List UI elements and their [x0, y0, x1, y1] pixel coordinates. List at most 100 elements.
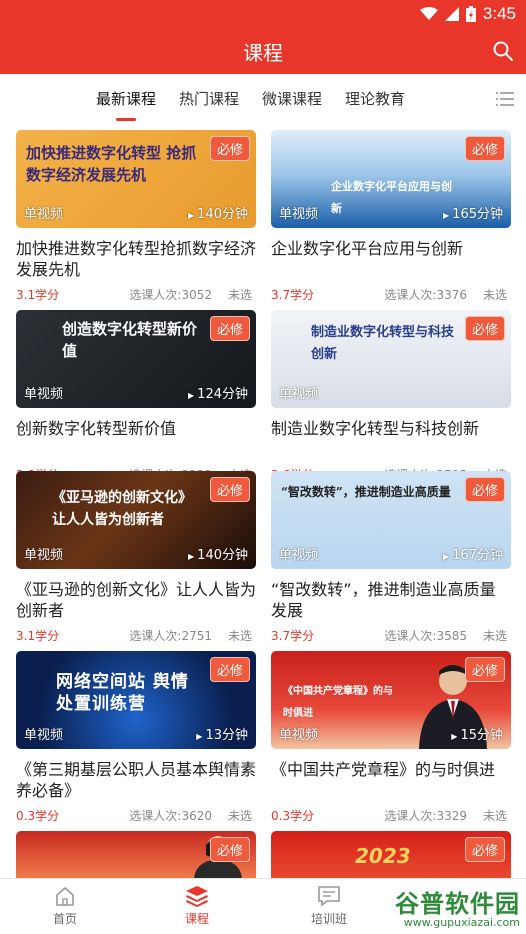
selection-status: 未选: [482, 288, 507, 302]
course-card[interactable]: 企业数字化平台应用与创新 必修 单视频 ▶ 165分钟 企业数字化平台应用与创新 …: [271, 130, 511, 306]
course-credit: 3.1学分: [16, 629, 60, 643]
required-badge: 必修: [464, 136, 505, 161]
enroll-count: 选课人次:3620: [129, 809, 212, 823]
course-title[interactable]: “智改数转”，推进制造业高质量发展: [271, 579, 511, 621]
play-icon: ▶: [188, 552, 195, 561]
course-type: 单视频: [24, 387, 64, 402]
course-duration: ▶ 167分钟: [443, 548, 503, 563]
play-icon: ▶: [188, 211, 195, 220]
thumbnail-headline: 网络空间站 舆情处置训练营: [56, 672, 189, 714]
nav-home-label: 首页: [52, 912, 77, 926]
selection-status: 未选: [227, 629, 252, 643]
course-duration: ▶ 15分钟: [451, 728, 503, 743]
nav-training[interactable]: 培训班: [289, 885, 369, 927]
course-credit: 0.3学分: [271, 809, 315, 823]
nav-courses[interactable]: 课程: [157, 885, 237, 927]
tab-popular[interactable]: 热门课程: [179, 88, 239, 109]
course-card[interactable]: “智改数转”，推进制造业高质量 必修 单视频 ▶ 167分钟 “智改数转”，推进制…: [271, 471, 511, 647]
category-tabs: 最新课程 热门课程 微课课程 理论教育: [0, 74, 526, 124]
enroll-count: 选课人次:3052: [129, 288, 212, 302]
course-thumbnail[interactable]: 企业数字化平台应用与创新 必修 单视频 ▶ 165分钟: [271, 130, 511, 228]
required-badge: 必修: [464, 477, 505, 502]
course-type: 单视频: [279, 548, 319, 563]
battery-icon: [465, 6, 476, 22]
status-bar: 3:45: [0, 0, 526, 28]
thumbnail-headline: 创造数字化转型新价值: [62, 320, 198, 360]
course-thumbnail[interactable]: 网络空间站 舆情处置训练营 必修 单视频 ▶ 13分钟: [16, 651, 256, 749]
course-card[interactable]: 制造业数字化转型与科技创新 必修 单视频 ▶ 制造业数字化转型与科技创新 3.6…: [271, 310, 511, 486]
required-badge: 必修: [209, 657, 250, 682]
course-card[interactable]: 2023 必修: [271, 831, 511, 878]
clock: 3:45: [482, 4, 516, 23]
course-card[interactable]: 网络空间站 舆情处置训练营 必修 单视频 ▶ 13分钟 《第三期基层公职人员基本舆…: [16, 651, 256, 827]
play-icon: ▶: [188, 391, 195, 400]
required-badge: 必修: [209, 316, 250, 341]
required-badge: 必修: [209, 477, 250, 502]
course-card[interactable]: 《中国共产党章程》的与时俱进 必修 单视频 ▶ 15分钟 《中国共产党章程》的与时…: [271, 651, 511, 827]
course-thumbnail[interactable]: 《亚马逊的创新文化》 让人人皆为创新者 必修 单视频 ▶ 140分钟: [16, 471, 256, 569]
course-title[interactable]: 制造业数字化转型与科技创新: [271, 418, 511, 460]
course-thumbnail[interactable]: 2023 必修: [271, 831, 511, 878]
course-credit: 3.7学分: [271, 629, 315, 643]
list-menu-icon[interactable]: [496, 92, 514, 106]
course-type: 单视频: [24, 728, 64, 743]
thumbnail-headline: 《亚马逊的创新文化》 让人人皆为创新者: [52, 490, 192, 528]
course-thumbnail[interactable]: 加快推进数字化转型 抢抓数字经济发展先机 必修 单视频 ▶ 140分钟: [16, 130, 256, 228]
play-icon: ▶: [443, 211, 450, 220]
signal-icon: [444, 7, 459, 21]
thumbnail-headline: 制造业数字化转型与科技创新: [311, 325, 455, 362]
thumbnail-headline: 《中国共产党章程》的与时俱进: [283, 686, 393, 719]
course-duration: ▶ 140分钟: [188, 207, 248, 222]
course-thumbnail[interactable]: “智改数转”，推进制造业高质量 必修 单视频 ▶ 167分钟: [271, 471, 511, 569]
course-thumbnail[interactable]: 必修: [16, 831, 256, 878]
course-type: 单视频: [279, 728, 319, 743]
play-icon: ▶: [451, 732, 458, 741]
chat-icon: [318, 886, 340, 907]
page-title: 课程: [243, 41, 283, 65]
course-thumbnail[interactable]: 制造业数字化转型与科技创新 必修 单视频 ▶: [271, 310, 511, 408]
course-title[interactable]: 《第三期基层公职人员基本舆情素养必备》: [16, 759, 256, 801]
course-type: 单视频: [24, 207, 64, 222]
tab-theory[interactable]: 理论教育: [345, 88, 405, 109]
nav-home[interactable]: 首页: [25, 885, 105, 927]
required-badge: 必修: [464, 837, 505, 862]
app-bar: 课程: [0, 28, 526, 74]
thumbnail-headline: 加快推进数字化转型 抢抓数字经济发展先机: [26, 144, 197, 184]
selection-status: 未选: [482, 809, 507, 823]
course-card[interactable]: 必修: [16, 831, 256, 878]
required-badge: 必修: [209, 837, 250, 862]
course-thumbnail[interactable]: 《中国共产党章程》的与时俱进 必修 单视频 ▶ 15分钟: [271, 651, 511, 749]
nav-courses-label: 课程: [184, 912, 209, 926]
required-badge: 必修: [209, 136, 250, 161]
course-title[interactable]: 创新数字化转型新价值: [16, 418, 256, 460]
selection-status: 未选: [482, 629, 507, 643]
watermark-text: 谷普软件园: [395, 890, 520, 918]
course-duration: ▶ 13分钟: [196, 728, 248, 743]
nav-training-label: 培训班: [310, 912, 347, 926]
course-thumbnail[interactable]: 创造数字化转型新价值 必修 单视频 ▶ 124分钟: [16, 310, 256, 408]
wifi-icon: [419, 7, 438, 20]
course-title[interactable]: 企业数字化平台应用与创新: [271, 238, 511, 280]
course-card[interactable]: 《亚马逊的创新文化》 让人人皆为创新者 必修 单视频 ▶ 140分钟 《亚马逊的创…: [16, 471, 256, 647]
course-credit: 3.7学分: [271, 288, 315, 302]
course-credit: 3.1学分: [16, 288, 60, 302]
thumbnail-headline: “智改数转”，推进制造业高质量: [281, 485, 451, 499]
tab-latest[interactable]: 最新课程: [96, 88, 156, 109]
course-card[interactable]: 创造数字化转型新价值 必修 单视频 ▶124分钟 创新数字化转型新价值 2.8学…: [16, 310, 256, 486]
course-title[interactable]: 《亚马逊的创新文化》让人人皆为创新者: [16, 579, 256, 621]
required-badge: 必修: [464, 657, 505, 682]
tab-micro[interactable]: 微课课程: [262, 88, 322, 109]
thumbnail-headline: 2023: [355, 844, 411, 868]
course-title[interactable]: 《中国共产党章程》的与时俱进: [271, 759, 511, 801]
search-icon[interactable]: [492, 40, 514, 62]
play-icon: ▶: [196, 732, 203, 741]
enroll-count: 选课人次:3585: [384, 629, 467, 643]
play-icon: ▶: [443, 552, 450, 561]
course-type: 单视频: [279, 207, 319, 222]
course-duration: ▶ 165分钟: [443, 207, 503, 222]
selection-status: 未选: [227, 809, 252, 823]
enroll-count: 选课人次:3376: [384, 288, 467, 302]
course-duration: ▶ 140分钟: [188, 548, 248, 563]
course-title[interactable]: 加快推进数字化转型抢抓数字经济发展先机: [16, 238, 256, 280]
course-card[interactable]: 加快推进数字化转型 抢抓数字经济发展先机 必修 单视频 ▶ 140分钟 加快推进数…: [16, 130, 256, 306]
